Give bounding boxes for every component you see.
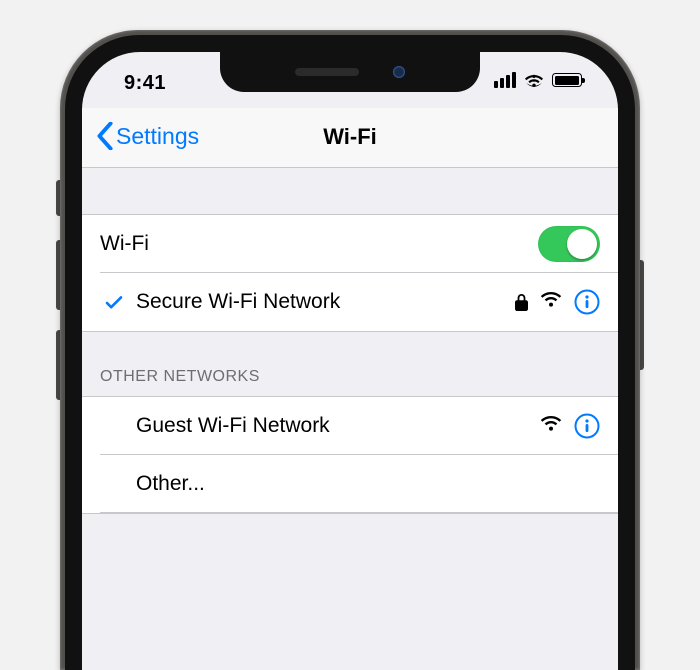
battery-icon	[552, 73, 582, 87]
connected-network-row[interactable]: Secure Wi-Fi Network	[82, 273, 618, 331]
other-networks-group: Guest Wi-Fi Network Other...	[82, 396, 618, 514]
speaker-grille	[295, 68, 359, 76]
nav-bar: Settings Wi-Fi	[82, 108, 618, 168]
info-button[interactable]	[574, 289, 600, 315]
wifi-toggle-label: Wi-Fi	[100, 232, 538, 256]
wifi-status-icon	[524, 73, 544, 88]
other-network-row[interactable]: Other...	[82, 455, 618, 513]
other-label: Other...	[136, 472, 600, 496]
side-button	[640, 260, 644, 370]
status-time: 9:41	[124, 72, 166, 95]
lock-icon	[515, 294, 528, 311]
page-title: Wi-Fi	[82, 124, 618, 150]
screen: 9:41 Settings Wi-Fi Wi-Fi	[82, 52, 618, 670]
wifi-toggle[interactable]	[538, 226, 600, 262]
network-name: Guest Wi-Fi Network	[136, 414, 540, 438]
cellular-signal-icon	[494, 72, 516, 88]
front-camera	[393, 66, 405, 78]
phone-frame: 9:41 Settings Wi-Fi Wi-Fi	[60, 30, 640, 670]
network-row[interactable]: Guest Wi-Fi Network	[82, 397, 618, 455]
wifi-group: Wi-Fi Secure Wi-Fi Network	[82, 214, 618, 332]
info-button[interactable]	[574, 413, 600, 439]
wifi-signal-icon	[540, 290, 562, 314]
wifi-signal-icon	[540, 414, 562, 438]
wifi-toggle-row[interactable]: Wi-Fi	[82, 215, 618, 273]
notch	[220, 52, 480, 92]
connected-network-name: Secure Wi-Fi Network	[136, 290, 515, 314]
other-networks-header: OTHER NETWORKS	[82, 332, 618, 396]
checkmark-icon	[100, 292, 128, 312]
section-spacer	[82, 168, 618, 214]
